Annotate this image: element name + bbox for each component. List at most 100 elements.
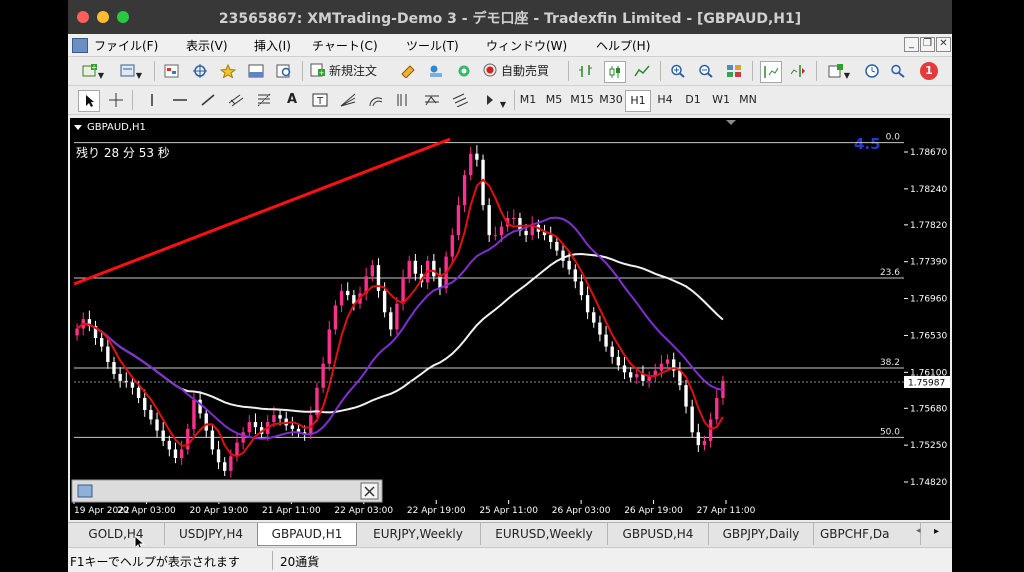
timeframe-d1[interactable]: D1 [681,90,705,110]
candle-body [389,312,393,330]
new-chart-button[interactable]: + ▼ [76,61,110,81]
text-label-icon[interactable]: T [310,90,330,110]
cursor-icon[interactable] [78,90,100,112]
tabs-scroll-right-icon[interactable]: ▸ [934,526,939,537]
svg-text:+: + [319,69,325,77]
candle-body [401,278,405,304]
equidistant-channel-icon[interactable] [226,90,246,110]
chart-window-icon[interactable] [72,38,88,53]
candle-body [481,159,485,206]
tab-gbpaud-h1[interactable]: GBPAUD,H1 [257,523,357,546]
tile-windows-icon[interactable] [724,61,744,81]
autoscroll-icon[interactable] [788,61,808,81]
crosshair-icon[interactable] [106,90,126,110]
timeframe-w1[interactable]: W1 [709,90,733,110]
chart-tabs: GOLD,H4 USDJPY,H4 GBPAUD,H1 EURJPY,Weekl… [68,522,952,551]
market-icon[interactable] [454,61,474,81]
timeframe-m1[interactable]: M1 [516,90,540,110]
new-order-button[interactable]: + 新規注文 [310,61,390,81]
timeframe-m5[interactable]: M5 [542,90,566,110]
minimized-chart-icon [77,484,93,498]
candle-body [715,398,719,420]
bar-chart-icon[interactable] [576,61,596,81]
chart-shift-icon[interactable] [760,61,782,83]
candle-body [247,422,251,433]
candle-body [499,226,504,236]
zoom-out-icon[interactable] [696,61,716,81]
menu-view[interactable]: 表示(V) [186,37,228,54]
tab-gold-h4[interactable]: GOLD,H4 [68,523,165,545]
periods-clock-icon[interactable] [862,61,882,81]
tabs-scroll-left-icon[interactable]: ◂ [916,526,921,536]
indicators-button[interactable]: ▼ [822,61,856,81]
tab-eurusd-weekly[interactable]: EURUSD,Weekly [481,523,608,545]
fibo-timezones-icon[interactable] [394,90,414,110]
fibo-channel-icon[interactable] [450,90,470,110]
tab-gbpjpy-daily[interactable]: GBPJPY,Daily [709,523,814,545]
fibo-expansion-icon[interactable] [422,90,442,110]
menu-chart[interactable]: チャート(C) [312,37,378,54]
auto-trading-button[interactable]: 自動売買 [482,61,558,81]
current-price-label: 1.75987 [908,378,945,388]
signals-icon[interactable] [426,61,446,81]
arrows-dropdown[interactable]: ▼ [480,90,510,110]
menu-insert[interactable]: 挿入(I) [254,37,291,54]
notification-count: 1 [920,62,938,80]
menu-bar: ファイル(F) 表示(V) 挿入(I) チャート(C) ツール(T) ウィンドウ… [68,34,952,57]
menu-window[interactable]: ウィンドウ(W) [486,37,567,54]
tab-gbpchf-daily[interactable]: GBPCHF,Da [814,523,921,545]
fibo-arcs-icon[interactable] [366,90,386,110]
mdi-close-button[interactable]: ✕ [936,37,951,52]
candle-body [75,328,79,336]
candle-body [702,440,707,446]
navigator-star-icon[interactable] [218,61,238,81]
candle-body [579,281,584,296]
fib-level-label-3: 50.0 [880,427,900,437]
tab-gbpusd-h4[interactable]: GBPUSD,H4 [608,523,709,545]
candlestick-chart-icon[interactable] [604,61,626,83]
profiles-button[interactable]: ▼ [114,61,148,81]
timeframe-h1[interactable]: H1 [625,90,651,112]
timeframe-mn[interactable]: MN [736,90,760,110]
search-icon[interactable] [888,61,908,81]
data-window-crosshair-icon[interactable] [190,61,210,81]
metaeditor-icon[interactable] [398,61,418,81]
tab-eurjpy-weekly[interactable]: EURJPY,Weekly [356,523,481,545]
minimized-window-bar[interactable] [71,479,383,503]
timeframe-h4[interactable]: H4 [653,90,677,110]
time-label-9: 27 Apr 11:00 [697,506,756,516]
zoom-in-icon[interactable] [668,61,688,81]
tab-usdjpy-h4[interactable]: USDJPY,H4 [165,523,258,545]
menu-help[interactable]: ヘルプ(H) [596,37,650,54]
menu-file[interactable]: ファイル(F) [94,37,158,54]
candle-body [567,260,571,270]
mdi-minimize-button[interactable]: _ [904,37,919,52]
fib-level-label-0: 0.0 [886,133,901,143]
fibo-retracement-icon[interactable] [254,90,274,110]
price-label-5: 1.76530 [910,331,947,341]
time-label-1: 20 Apr 03:00 [117,506,176,516]
terminal-panel-icon[interactable] [246,61,266,81]
price-chart[interactable]: GBPAUD,H1 残り 28 分 53 秒 4.5 0.0 23.6 38.2 50… [68,116,952,522]
fibo-fan-icon[interactable] [338,90,358,110]
candle-body [130,382,135,388]
price-label-1: 1.78240 [910,185,947,195]
candle-countdown: 残り 28 分 53 秒 [76,146,170,160]
minimized-window[interactable] [71,479,383,503]
strategy-tester-icon[interactable] [274,61,294,81]
market-watch-icon[interactable] [162,61,182,81]
time-label-8: 26 Apr 19:00 [624,506,683,516]
timeframe-m15[interactable]: M15 [569,90,595,110]
trendline-icon[interactable] [198,90,218,110]
candle-body [143,398,147,410]
vertical-line-icon[interactable] [142,90,162,110]
horizontal-line-icon[interactable] [170,90,190,110]
candle-body [290,425,295,429]
text-tool-icon[interactable]: A [282,90,302,110]
menu-tools[interactable]: ツール(T) [406,37,459,54]
notifications-badge[interactable]: 1 [918,61,940,81]
candle-body [549,235,553,242]
mdi-restore-button[interactable]: ❐ [920,37,935,52]
line-chart-icon[interactable] [632,61,652,81]
timeframe-m30[interactable]: M30 [598,90,624,110]
